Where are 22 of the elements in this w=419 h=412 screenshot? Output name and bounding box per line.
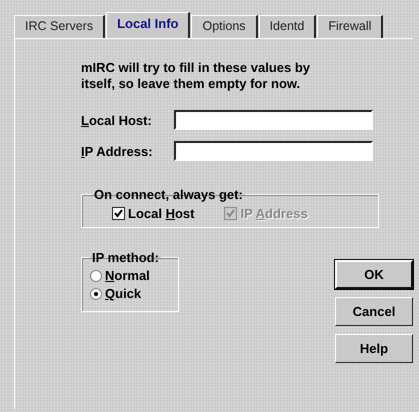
radio-button[interactable]: [90, 288, 102, 300]
checkbox[interactable]: [112, 207, 125, 220]
field-label: Local Host:: [81, 112, 153, 128]
tab[interactable]: Firewall: [317, 15, 384, 38]
group-title: IP method:: [91, 250, 160, 265]
dialog-button[interactable]: OK: [335, 260, 413, 289]
radio-label: Quick: [105, 286, 142, 301]
radio-button[interactable]: [90, 270, 102, 282]
tab[interactable]: Local Info: [106, 12, 190, 38]
dialog-button[interactable]: Help: [335, 334, 413, 363]
tab[interactable]: Options: [191, 15, 258, 38]
field-label: IP Address:: [81, 144, 154, 158]
tab[interactable]: Identd: [258, 15, 316, 38]
input-field[interactable]: [174, 141, 373, 161]
dialog-button[interactable]: Cancel: [335, 297, 413, 326]
instruction-text: mIRC will try to fill in these values by itself, so leave them empty for now.: [81, 60, 311, 92]
input-field[interactable]: [174, 110, 373, 130]
radio-label: Normal: [105, 268, 150, 283]
checkbox-label: IP Address: [240, 206, 308, 221]
tab[interactable]: IRC Servers: [14, 15, 106, 38]
checkbox-label: Local Host: [128, 206, 194, 221]
group-title: On connect, always get:: [93, 187, 244, 202]
